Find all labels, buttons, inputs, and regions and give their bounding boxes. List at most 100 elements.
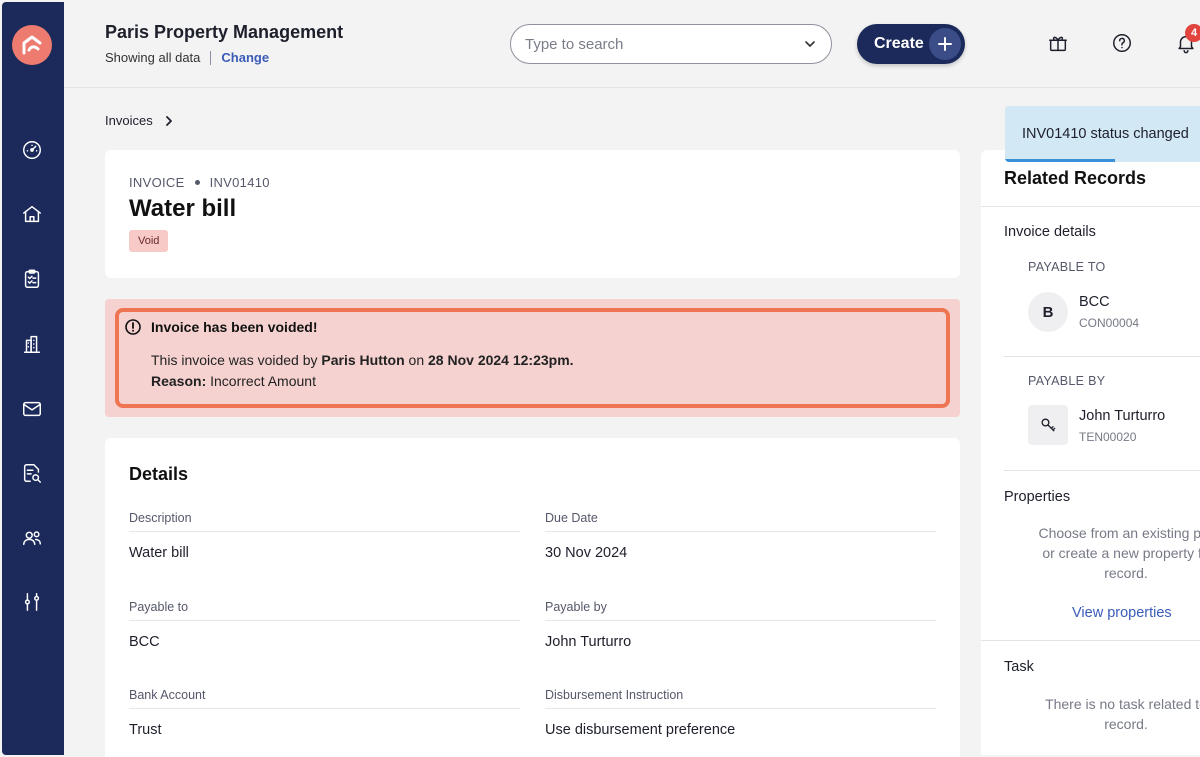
voided-by: Paris Hutton xyxy=(321,352,405,368)
top-bar: Paris Property Management Showing all da… xyxy=(64,0,1200,88)
users-icon xyxy=(23,531,41,546)
field-due-date: Due Date 30 Nov 2024 xyxy=(545,511,936,561)
keys-icon xyxy=(1041,418,1056,432)
report-search-icon xyxy=(23,464,41,483)
void-alert: Invoice has been voided! This invoice wa… xyxy=(105,299,960,417)
alert-circle-icon xyxy=(125,319,141,335)
payable-to-name[interactable]: BCC xyxy=(1079,294,1110,310)
field-value: Trust xyxy=(129,722,162,738)
help-button[interactable] xyxy=(1111,32,1135,56)
company-title: Paris Property Management xyxy=(105,22,344,42)
alert-reason-line: Reason: Incorrect Amount xyxy=(151,371,574,392)
field-value: 30 Nov 2024 xyxy=(545,545,628,561)
field-payable-by: Payable by John Turturro xyxy=(545,600,936,650)
status-toast[interactable]: INV01410 status changed xyxy=(1005,106,1200,162)
avatar: B xyxy=(1028,292,1068,332)
dashboard-icon xyxy=(23,141,41,159)
details-title: Details xyxy=(129,464,189,484)
invoice-type-label: INVOICE xyxy=(129,175,185,190)
invoice-meta: INVOICE INV01410 xyxy=(129,175,270,190)
clipboard-icon xyxy=(24,269,40,288)
properties-line: record. xyxy=(1104,565,1148,581)
field-description: Description Water bill xyxy=(129,511,520,561)
task-empty-text: There is no task related to record. xyxy=(1001,694,1200,734)
gift-button[interactable] xyxy=(1047,32,1071,56)
field-value: BCC xyxy=(129,634,160,650)
task-heading: Task xyxy=(1004,659,1034,675)
payable-to-code: CON00004 xyxy=(1079,316,1140,330)
reason-label: Reason: xyxy=(151,373,207,389)
related-records-title: Related Records xyxy=(1004,168,1147,188)
nav-messages[interactable] xyxy=(19,396,45,422)
help-circle-icon xyxy=(1113,34,1131,52)
invoice-details-heading: Invoice details xyxy=(1004,224,1096,240)
void-alert-highlight: Invoice has been voided! This invoice wa… xyxy=(115,308,950,408)
alert-prefix: This invoice was voided by xyxy=(151,352,318,368)
plus-icon xyxy=(929,28,961,60)
nav-reports[interactable] xyxy=(19,460,45,486)
chevron-right-icon xyxy=(165,115,172,126)
nav-dashboard[interactable] xyxy=(19,137,45,163)
field-value: Use disbursement preference xyxy=(545,722,736,738)
field-label: Bank Account xyxy=(129,688,520,709)
divider xyxy=(981,206,1200,207)
nav-contacts[interactable] xyxy=(19,525,45,551)
task-line: record. xyxy=(1104,716,1148,732)
task-line: There is no task related to xyxy=(1045,696,1200,712)
payable-by-code: TEN00020 xyxy=(1079,430,1137,444)
search-input[interactable] xyxy=(525,35,803,53)
create-button-label: Create xyxy=(874,35,924,52)
reason-value: Incorrect Amount xyxy=(210,373,316,389)
page-title: Water bill xyxy=(129,195,237,222)
voided-at: 28 Nov 2024 12:23pm. xyxy=(428,352,574,368)
properties-line: Choose from an existing pro xyxy=(1038,525,1200,541)
nav-tasks[interactable] xyxy=(19,266,45,292)
change-link[interactable]: Change xyxy=(221,50,269,65)
invoice-header-card: INVOICE INV01410 Water bill Void xyxy=(105,150,960,278)
alert-on: on xyxy=(408,352,425,368)
related-records-panel: Related Records Invoice details PAYABLE … xyxy=(981,150,1200,755)
payable-by-name[interactable]: John Turturro xyxy=(1079,408,1165,424)
data-scope: Showing all data Change xyxy=(105,50,269,65)
create-button[interactable]: Create xyxy=(857,24,965,64)
sliders-icon xyxy=(24,593,40,611)
invoice-number: INV01410 xyxy=(209,175,270,190)
field-label: Payable by xyxy=(545,600,936,621)
gift-icon xyxy=(1049,36,1067,52)
showing-all-data-text: Showing all data xyxy=(105,50,201,65)
divider xyxy=(981,640,1200,641)
view-properties-link[interactable]: View properties xyxy=(1072,605,1172,621)
chevron-down-icon[interactable] xyxy=(803,37,817,51)
breadcrumb-invoices[interactable]: Invoices xyxy=(105,113,153,128)
nav-buildings[interactable] xyxy=(19,331,45,357)
alert-body: This invoice was voided by Paris Hutton … xyxy=(151,350,574,392)
field-label: Disbursement Instruction xyxy=(545,688,936,709)
field-disbursement-instruction: Disbursement Instruction Use disbursemen… xyxy=(545,688,936,738)
details-card: Details Description Water bill Due Date … xyxy=(105,438,960,757)
field-value: John Turturro xyxy=(545,634,632,650)
app-logo[interactable] xyxy=(12,25,52,65)
logo-mark-icon xyxy=(22,35,42,55)
notification-count-badge: 4 xyxy=(1185,24,1200,42)
properties-line: or create a new property fo xyxy=(1042,545,1200,561)
field-label: Description xyxy=(129,511,520,532)
payable-by-label: PAYABLE BY xyxy=(1028,374,1106,388)
properties-heading: Properties xyxy=(1004,489,1071,505)
toast-progress-bar xyxy=(1005,159,1115,162)
search-box[interactable] xyxy=(510,24,832,64)
nav-settings[interactable] xyxy=(19,589,45,615)
field-label: Payable to xyxy=(129,600,520,621)
divider xyxy=(1004,470,1200,471)
scope-divider xyxy=(210,50,212,65)
field-label: Due Date xyxy=(545,511,936,532)
field-value: Water bill xyxy=(129,545,189,561)
toast-message: INV01410 status changed xyxy=(1022,126,1189,142)
sidebar xyxy=(2,2,64,755)
status-badge: Void xyxy=(129,230,169,252)
nav-properties[interactable] xyxy=(19,201,45,227)
meta-separator-dot xyxy=(194,180,200,185)
tenant-avatar xyxy=(1028,405,1068,445)
divider xyxy=(1004,356,1200,357)
payable-to-label: PAYABLE TO xyxy=(1028,260,1106,274)
alert-title: Invoice has been voided! xyxy=(151,319,318,335)
